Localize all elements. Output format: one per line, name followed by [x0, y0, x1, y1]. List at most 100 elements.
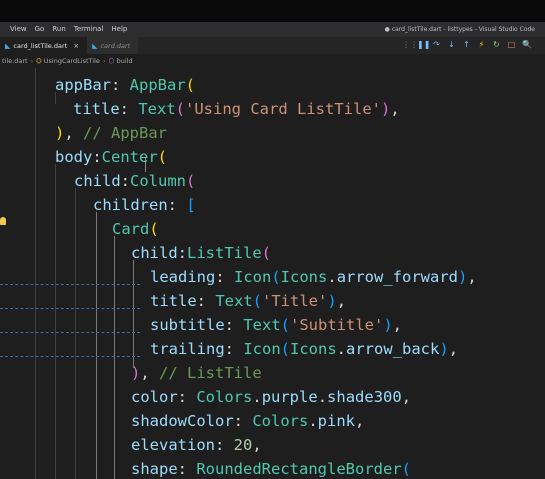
- menu-help[interactable]: Help: [107, 22, 131, 37]
- code-token: 20: [233, 436, 253, 454]
- breadcrumb-class[interactable]: UsingCardListTile: [44, 57, 100, 65]
- code-token: (: [175, 100, 186, 118]
- code-token: ): [327, 292, 337, 310]
- code-token: ): [458, 268, 468, 286]
- menu-bar: View Go Run Terminal Help ● card_listTil…: [0, 22, 545, 37]
- code-token: elevation: [131, 436, 215, 454]
- dart-file-icon: ◣: [92, 41, 98, 50]
- code-token: :: [119, 100, 139, 118]
- code-token: AppBar: [129, 76, 186, 94]
- step-over-icon[interactable]: ↷: [432, 40, 441, 49]
- code-token: Column: [130, 172, 187, 190]
- code-token: arrow_forward: [336, 268, 459, 286]
- code-token: children: [93, 196, 168, 214]
- code-token: ,: [336, 292, 347, 310]
- code-line: body:Center(: [55, 145, 167, 169]
- code-token: (: [280, 340, 290, 358]
- code-token: ): [380, 100, 391, 118]
- dart-file-icon: ◣: [5, 41, 11, 50]
- code-token: 'Title': [262, 292, 328, 310]
- breadcrumb-method[interactable]: build: [117, 57, 133, 65]
- code-line: leading: Icon(Icons.arrow_forward),: [150, 265, 477, 289]
- code-token: Colors: [252, 412, 309, 430]
- editor-tab-bar: ◣ card_listTile.dart × ◣ card.dart ⋮⋮ ❚❚ ↷…: [0, 37, 545, 54]
- code-editor[interactable]: appBar: AppBar(title: Text('Using Card L…: [0, 68, 545, 479]
- code-token: leading: [150, 268, 216, 286]
- code-token: :: [120, 172, 131, 190]
- pause-icon[interactable]: ❚❚: [417, 40, 430, 49]
- code-token: ,: [390, 100, 400, 118]
- code-token: shade300: [327, 388, 402, 406]
- tab-label: card.dart: [100, 41, 131, 50]
- indent-guide: [55, 164, 56, 479]
- code-token: ,: [140, 364, 160, 382]
- code-token: (: [261, 244, 272, 262]
- code-token: ,: [448, 340, 459, 358]
- code-token: child: [131, 244, 178, 262]
- indent-guide: [114, 236, 115, 479]
- code-token: :: [224, 340, 244, 358]
- code-token: :: [224, 316, 244, 334]
- code-token: ): [439, 340, 449, 358]
- code-token: appBar: [55, 76, 111, 94]
- code-token: :: [111, 76, 130, 94]
- code-token: Icon: [234, 268, 272, 286]
- code-token: (: [149, 220, 159, 238]
- code-line: child:ListTile(: [131, 241, 271, 265]
- code-line: ), // AppBar: [55, 121, 167, 145]
- menu-run[interactable]: Run: [48, 22, 69, 37]
- close-icon[interactable]: ×: [73, 42, 79, 50]
- hover-guide-line: [0, 284, 140, 285]
- code-line: elevation: 20,: [131, 433, 262, 457]
- hot-reload-icon[interactable]: ⚡: [477, 40, 486, 49]
- code-token: ListTile: [187, 244, 262, 262]
- code-line: ), // ListTile: [131, 361, 262, 385]
- code-token: (: [280, 316, 290, 334]
- method-icon: ⬡: [108, 57, 115, 65]
- step-out-icon[interactable]: ↑: [462, 40, 471, 49]
- step-into-icon[interactable]: ↓: [447, 40, 456, 49]
- code-token: .: [336, 340, 347, 358]
- code-token: :: [167, 196, 187, 214]
- code-token: ,: [355, 412, 365, 430]
- menu-view[interactable]: View: [6, 22, 31, 37]
- devtools-icon[interactable]: 🔍: [522, 40, 532, 49]
- code-token: shadowColor: [131, 412, 234, 430]
- restart-icon[interactable]: ↻: [492, 40, 501, 49]
- code-token: :: [177, 244, 188, 262]
- breadcrumb-file[interactable]: tile.dart: [2, 57, 28, 65]
- hover-guide-line: [0, 356, 140, 357]
- code-token: child: [74, 172, 121, 190]
- code-token: 'Using Card ListTile': [185, 100, 381, 118]
- code-token: Colors: [196, 388, 253, 406]
- code-line: shadowColor: Colors.pink,: [131, 409, 364, 433]
- menu-terminal[interactable]: Terminal: [70, 22, 108, 37]
- indent-guide: [75, 188, 76, 479]
- drag-handle-icon[interactable]: ⋮⋮: [402, 40, 418, 49]
- window-title: ● card_listTile.dart - listtypes - Visua…: [384, 26, 535, 33]
- code-token: :: [215, 436, 234, 454]
- tab-card-listtile[interactable]: ◣ card_listTile.dart ×: [0, 37, 88, 54]
- tab-card[interactable]: ◣ card.dart: [87, 37, 139, 54]
- lightbulb-icon[interactable]: [0, 217, 6, 225]
- code-line: trailing: Icon(Icons.arrow_back),: [150, 337, 458, 361]
- stop-icon[interactable]: □: [507, 40, 516, 49]
- code-line: Card(: [112, 217, 159, 241]
- code-token: body: [55, 148, 93, 166]
- code-token: // ListTile: [159, 364, 262, 382]
- indent-guide: [96, 212, 97, 479]
- menu-go[interactable]: Go: [31, 22, 49, 37]
- code-token: subtitle: [150, 316, 225, 334]
- code-token: (: [401, 460, 411, 478]
- code-line: title: Text('Using Card ListTile'),: [73, 97, 400, 121]
- code-line: color: Colors.purple.shade300,: [131, 385, 411, 409]
- code-line: subtitle: Text('Subtitle'),: [150, 313, 402, 337]
- code-token: (: [185, 76, 196, 94]
- code-token: .: [252, 388, 262, 406]
- code-token: .: [308, 412, 318, 430]
- code-token: Text: [215, 292, 253, 310]
- code-token: (: [252, 292, 263, 310]
- code-token: Card: [112, 220, 150, 238]
- code-token: ,: [401, 388, 412, 406]
- code-token: pink: [317, 412, 355, 430]
